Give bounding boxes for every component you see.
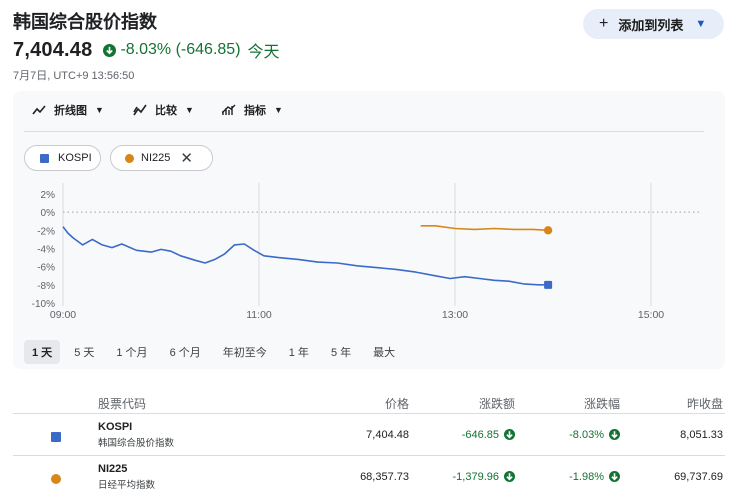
table-header: 股票代码 价格 涨跌额 涨跌幅 昨收盘 [13, 390, 725, 414]
series-line-kospi [62, 226, 549, 286]
range-option[interactable]: 1 年 [281, 340, 317, 364]
row-change-pct: -8.03% [569, 429, 620, 441]
comparison-table: 股票代码 价格 涨跌额 涨跌幅 昨收盘 KOSPI 韩国综合股价指数 7,404… [13, 390, 725, 498]
header-price: 价格 [384, 397, 409, 411]
row-prev-close: 8,051.33 [680, 429, 723, 441]
header-symbol: 股票代码 [98, 397, 147, 411]
table-row[interactable]: KOSPI 韩国综合股价指数 7,404.48 -646.85 -8.03% 8… [13, 414, 725, 456]
y-tick-label: -2% [37, 226, 55, 237]
row-change: -1,379.96 [453, 471, 515, 483]
series-endpoint-ni225 [543, 226, 553, 235]
time-range-selector: 1 天5 天1 个月 6 个月 年初至今 1 年5 年最大 [24, 340, 409, 364]
table-row[interactable]: NI225 日经平均指数 68,357.73 -1,379.96 -1.98% … [13, 456, 725, 498]
row-name: 日经平均指数 [98, 480, 156, 491]
y-tick-label: -6% [37, 263, 55, 274]
header-change: 涨跌额 [478, 397, 515, 411]
series-endpoint-kospi [544, 280, 553, 289]
kospi-row-swatch [51, 432, 61, 442]
y-tick-label: -8% [37, 281, 55, 292]
row-change-pct: -1.98% [569, 471, 620, 483]
range-option[interactable]: 6 个月 [162, 340, 209, 364]
row-price: 7,404.48 [366, 429, 409, 441]
range-option[interactable]: 5 年 [323, 340, 359, 364]
y-tick-label: -10% [32, 299, 55, 310]
row-name: 韩国综合股价指数 [98, 438, 175, 449]
row-symbol: NI225 [98, 463, 128, 475]
arrow-down-icon [504, 429, 515, 440]
y-tick-label: 2% [41, 190, 56, 201]
series-line-ni225 [420, 225, 549, 232]
header-change-pct: 涨跌幅 [583, 397, 620, 411]
row-symbol: KOSPI [98, 421, 133, 433]
range-option[interactable]: 最大 [365, 340, 403, 364]
row-prev-close: 69,737.69 [674, 471, 723, 483]
ni225-row-swatch [51, 474, 61, 484]
x-tick-label: 09:00 [50, 309, 76, 321]
header-prev-close: 昨收盘 [686, 397, 723, 411]
y-tick-label: 0% [41, 208, 56, 219]
arrow-down-icon [609, 429, 620, 440]
row-price: 68,357.73 [360, 471, 409, 483]
range-option[interactable]: 5 天 [66, 340, 102, 364]
x-tick-label: 13:00 [442, 309, 468, 321]
arrow-down-icon [504, 471, 515, 482]
range-option[interactable]: 1 天 [24, 340, 61, 364]
range-option[interactable]: 年初至今 [215, 340, 275, 364]
y-tick-label: -4% [37, 245, 55, 256]
row-change: -646.85 [462, 429, 515, 441]
arrow-down-icon [609, 471, 620, 482]
x-tick-label: 11:00 [246, 309, 272, 321]
x-tick-label: 15:00 [638, 309, 664, 321]
range-option[interactable]: 1 个月 [108, 340, 155, 364]
